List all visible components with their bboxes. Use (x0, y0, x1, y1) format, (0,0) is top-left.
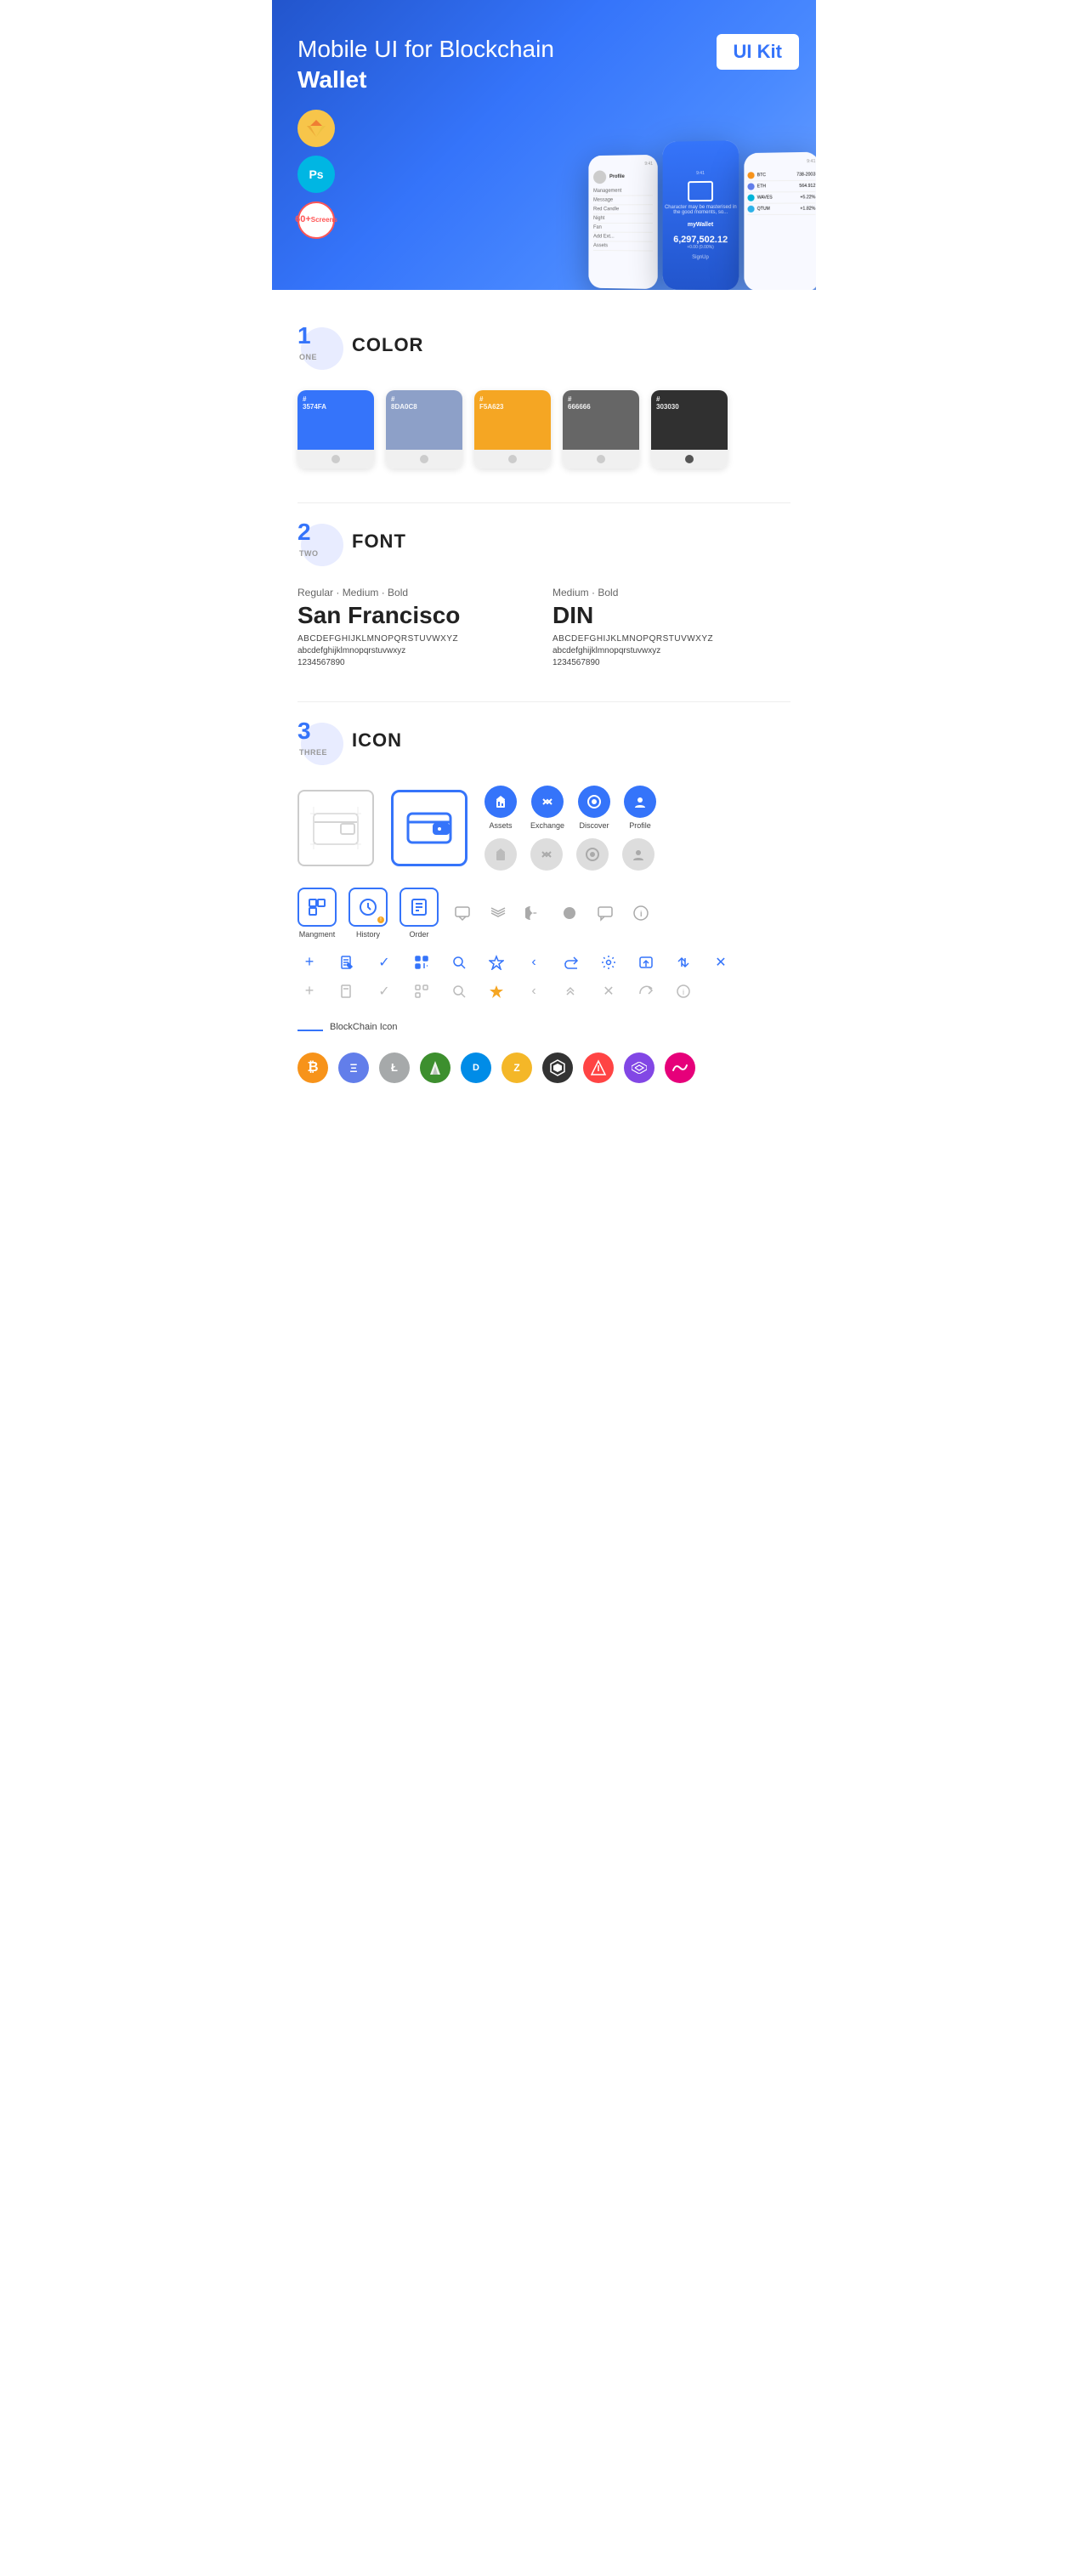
icon-close: ✕ (709, 950, 733, 974)
icon-management: Mangment (298, 888, 337, 939)
hero-title: Mobile UI for Blockchain Wallet (298, 34, 570, 96)
nav-icon-discover-inactive (576, 838, 609, 871)
icon-order: Order (400, 888, 439, 939)
crypto-bitcoin: ₿ (298, 1053, 328, 1083)
wallet-icon-colored (391, 790, 468, 866)
sketch-badge (298, 110, 335, 147)
crypto-polkadot (665, 1053, 695, 1083)
crypto-icons-row: ₿ Ξ Ł D Z (298, 1053, 790, 1083)
swatch-blue: #3574FA (298, 390, 374, 468)
swatch-dark: #303030 (651, 390, 728, 468)
icon-section-header: 3 THREE ICON (298, 719, 790, 762)
phone-mockup-2: 9:41 Character may be masterised in the … (663, 140, 740, 290)
icon-history: ! History (348, 888, 388, 939)
icon-section: Assets Exchange Discover (298, 786, 790, 1083)
nav-icon-profile: Profile (624, 786, 656, 830)
icon-plus: + (298, 950, 321, 974)
color-section: #3574FA #8DA0C8 #F5A623 #666666 (298, 390, 790, 468)
icon-chat (450, 901, 474, 925)
icon-edit-doc (335, 950, 359, 974)
nav-icon-discover: Discover (578, 786, 610, 830)
swatch-slate: #8DA0C8 (386, 390, 462, 468)
icon-main-grid: Assets Exchange Discover (298, 786, 790, 871)
swatch-gray: #666666 (563, 390, 639, 468)
icon-comment (593, 901, 617, 925)
ps-badge: Ps (298, 156, 335, 193)
color-section-header: 1 ONE COLOR (298, 324, 790, 366)
icon-search (447, 950, 471, 974)
icon-plus-inactive: + (298, 979, 321, 1003)
icon-check-inactive: ✓ (372, 979, 396, 1003)
nav-icon-profile-inactive (622, 838, 654, 871)
icon-redo-inactive (634, 979, 658, 1003)
icon-qr (410, 950, 434, 974)
crypto-matic (624, 1053, 654, 1083)
utility-icons-active: + ✓ ‹ (298, 950, 790, 974)
blockchain-label-row: BlockChain Icon (298, 1022, 790, 1044)
nav-icon-assets-inactive (484, 838, 517, 871)
blockchain-divider (298, 1030, 323, 1031)
swatch-orange: #F5A623 (474, 390, 551, 468)
main-content: 1 ONE COLOR #3574FA #8DA0C8 #F5A623 (272, 290, 816, 1143)
icon-crescent (522, 901, 546, 925)
icon-upload (634, 950, 658, 974)
icon-qr-inactive (410, 979, 434, 1003)
crypto-zcash: Z (502, 1053, 532, 1083)
crypto-litecoin: Ł (379, 1053, 410, 1083)
icon-layers (486, 901, 510, 925)
ui-kit-badge: UI Kit (717, 34, 799, 70)
font-sf: Regular · Medium · Bold San Francisco AB… (298, 587, 536, 667)
icon-share (559, 950, 583, 974)
icon-star (484, 950, 508, 974)
icon-swap (672, 950, 695, 974)
nav-icon-exchange-inactive (530, 838, 563, 871)
icon-circle (558, 901, 581, 925)
icon-edit-inactive (335, 979, 359, 1003)
nav-icons-group: Assets Exchange Discover (484, 786, 656, 871)
wallet-icon-wireframe (298, 790, 374, 866)
phone-mockup-1: 9:41 Profile Management Message Red Cand… (588, 155, 657, 289)
icon-info: i (629, 901, 653, 925)
font-section-header: 2 TWO FONT (298, 520, 790, 563)
svg-text:i: i (640, 910, 643, 918)
nav-icon-exchange: Exchange (530, 786, 564, 830)
icon-star-yellow (484, 979, 508, 1003)
app-icons-row: Mangment ! History Order (298, 888, 790, 939)
icon-info-inactive: i (672, 979, 695, 1003)
color-swatches: #3574FA #8DA0C8 #F5A623 #666666 (298, 390, 790, 468)
icon-chevron-inactive: ‹ (522, 979, 546, 1003)
nav-icon-assets: Assets (484, 786, 517, 830)
crypto-iota (542, 1053, 573, 1083)
font-din: Medium · Bold DIN ABCDEFGHIJKLMNOPQRSTUV… (552, 587, 790, 667)
utility-icons-inactive: + ✓ ‹ ✕ i (298, 979, 790, 1003)
icon-search-inactive (447, 979, 471, 1003)
icon-check: ✓ (372, 950, 396, 974)
svg-text:i: i (683, 988, 684, 996)
crypto-neo (420, 1053, 450, 1083)
crypto-ark (583, 1053, 614, 1083)
crypto-ethereum: Ξ (338, 1053, 369, 1083)
hero-phones: 9:41 Profile Management Message Red Cand… (588, 147, 816, 290)
screens-badge: 60+ Screens (298, 201, 335, 239)
font-section: Regular · Medium · Bold San Francisco AB… (298, 587, 790, 667)
icon-arrows-inactive (559, 979, 583, 1003)
phone-mockup-3: 9:41 BTC 738-2003 ETH 564.912 WAVES +5.2… (744, 151, 816, 289)
icon-settings (597, 950, 620, 974)
icon-chevron-left: ‹ (522, 950, 546, 974)
icon-x-inactive: ✕ (597, 979, 620, 1003)
hero-section: Mobile UI for Blockchain Wallet Ps 60+ S… (272, 0, 816, 290)
crypto-dash: D (461, 1053, 491, 1083)
